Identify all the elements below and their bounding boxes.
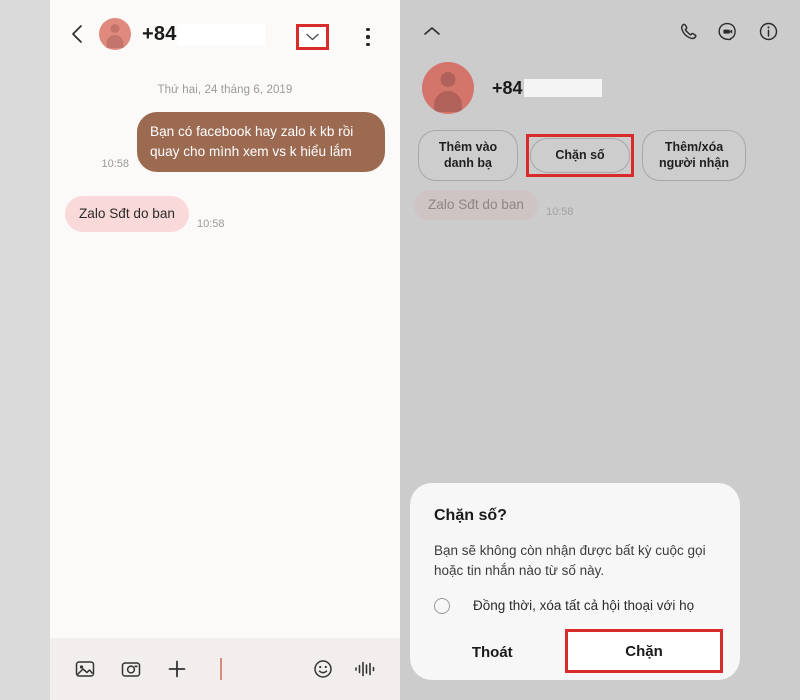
right-phone-panel: +84 Thêm vào danh bạ Chặn số Thêm/xóa ng… <box>400 0 800 700</box>
message-timestamp: 10:58 <box>101 158 129 171</box>
camera-icon[interactable] <box>118 656 144 682</box>
redaction-box <box>523 79 602 97</box>
redaction-box <box>176 23 265 45</box>
back-icon[interactable] <box>67 24 87 44</box>
kebab-menu-icon[interactable] <box>358 26 378 48</box>
delete-conversation-label: Đồng thời, xóa tất cả hội thoại với họ <box>473 598 695 613</box>
message-timestamp: 10:58 <box>545 206 574 218</box>
date-separator: Thứ hai, 24 tháng 6, 2019 <box>157 84 293 96</box>
add-to-contacts-button[interactable]: Thêm vào danh bạ <box>418 130 518 182</box>
screenshot-root: +84 Thứ hai, 24 tháng 6, 2019 10:58 Bạn … <box>0 0 800 700</box>
message-row-incoming: Zalo Sđt do ban 10:58 <box>50 172 400 233</box>
message-row-outgoing: 10:58 Bạn có facebook hay zalo k kb rồi … <box>50 96 400 173</box>
left-chat-header: +84 <box>50 0 400 68</box>
message-bubble-outgoing[interactable]: Bạn có facebook hay zalo k kb rồi quay c… <box>137 112 385 173</box>
dialog-body-text: Bạn sẽ không còn nhận được bất kỳ cuộc g… <box>434 543 706 579</box>
chevron-down-icon[interactable] <box>296 24 329 50</box>
left-chat-area: Thứ hai, 24 tháng 6, 2019 10:58 Bạn có f… <box>50 68 400 638</box>
block-number-button[interactable]: Chặn số <box>530 137 630 174</box>
dialog-cancel-button[interactable]: Thoát <box>410 644 575 661</box>
message-timestamp: 10:58 <box>196 218 225 231</box>
image-icon[interactable] <box>72 656 98 682</box>
block-number-dialog: Chặn số? Bạn sẽ không còn nhận được bất … <box>410 483 740 680</box>
chevron-up-icon[interactable] <box>420 19 444 43</box>
contact-action-buttons: Thêm vào danh bạ Chặn số Thêm/xóa người … <box>400 130 800 182</box>
audio-waveform-icon[interactable] <box>352 656 378 682</box>
right-contact-number: +84 <box>492 78 602 99</box>
contact-summary: +84 <box>400 62 800 114</box>
avatar[interactable] <box>99 18 131 50</box>
message-input-caret[interactable] <box>220 658 222 680</box>
delete-conversation-checkbox-row[interactable]: Đồng thời, xóa tất cả hội thoại với họ <box>410 582 740 614</box>
contact-number-text: +84 <box>492 77 523 98</box>
smiley-icon[interactable] <box>310 656 336 682</box>
plus-icon[interactable] <box>164 656 190 682</box>
video-call-icon[interactable] <box>716 19 740 43</box>
info-circle-icon[interactable] <box>756 19 780 43</box>
dialog-action-bar: Thoát Chặn <box>410 624 740 680</box>
right-panel-header <box>400 0 800 62</box>
dialog-confirm-button[interactable]: Chặn <box>565 629 723 673</box>
delete-conversation-checkbox[interactable] <box>434 597 450 614</box>
avatar[interactable] <box>422 62 474 114</box>
message-compose-toolbar <box>50 638 400 700</box>
block-number-button-highlight: Chặn số <box>526 133 634 178</box>
message-bubble-incoming[interactable]: Zalo Sđt do ban <box>65 196 189 233</box>
message-bubble-incoming[interactable]: Zalo Sđt do ban <box>414 190 538 220</box>
right-panel-bottom-strip <box>400 680 800 700</box>
add-remove-recipient-button[interactable]: Thêm/xóa người nhận <box>642 130 746 182</box>
message-row-incoming: Zalo Sđt do ban 10:58 <box>414 190 574 220</box>
dialog-title: Chặn số? <box>434 507 507 524</box>
left-phone-panel: +84 Thứ hai, 24 tháng 6, 2019 10:58 Bạn … <box>50 0 400 700</box>
right-header-actions <box>676 19 780 43</box>
phone-icon[interactable] <box>676 19 700 43</box>
left-contact-number: +84 <box>142 22 177 45</box>
